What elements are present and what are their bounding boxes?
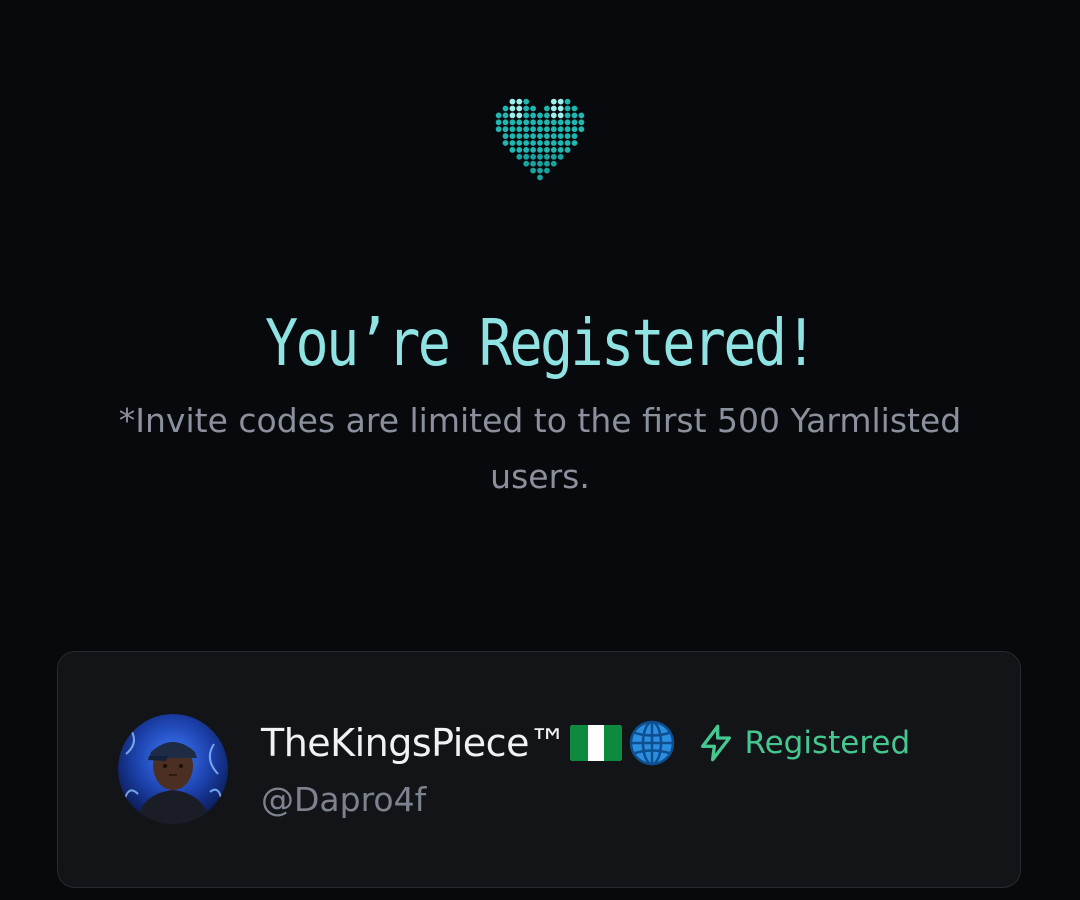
avatar-image xyxy=(118,714,228,824)
nigeria-flag-icon xyxy=(570,725,623,761)
lightning-bolt-icon xyxy=(701,724,732,762)
avatar[interactable] xyxy=(118,714,228,824)
page-title: You’re Registered! xyxy=(264,307,818,381)
invite-limit-note: *Invite codes are limited to the first 5… xyxy=(118,401,962,496)
profile-card: TheKingsPiece™ Registered @Dapro4f xyxy=(57,651,1021,888)
user-handle[interactable]: @Dapro4f xyxy=(261,780,426,819)
status-label: Registered xyxy=(744,725,911,761)
name-row: TheKingsPiece™ Registered xyxy=(261,714,910,772)
registered-status: Registered xyxy=(696,723,910,763)
display-name[interactable]: TheKingsPiece™ xyxy=(261,721,567,765)
globe-icon xyxy=(630,720,675,766)
pixel-heart-icon xyxy=(495,98,585,181)
